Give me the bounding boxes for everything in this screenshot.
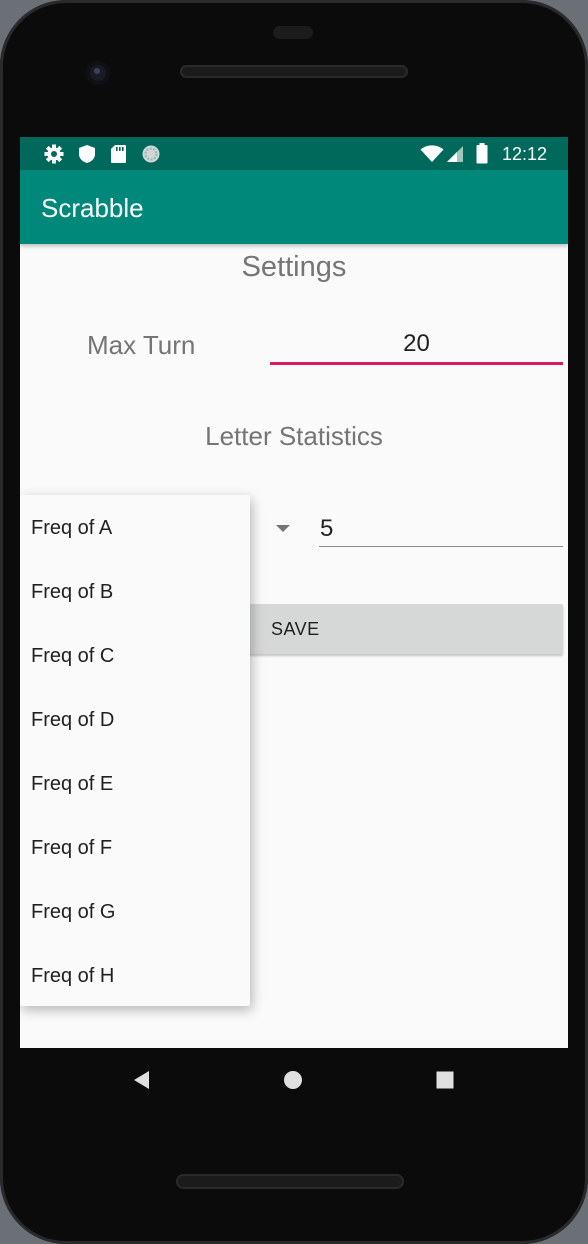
battery-icon <box>476 143 488 164</box>
home-icon[interactable] <box>283 1070 303 1090</box>
dropdown-arrow-icon[interactable] <box>276 525 290 532</box>
dropdown-item-c[interactable]: Freq of C <box>20 624 250 688</box>
shield-icon <box>79 145 95 163</box>
dropdown-item-d[interactable]: Freq of D <box>20 688 250 752</box>
dropdown-item-b[interactable]: Freq of B <box>20 560 250 624</box>
screen: 12:12 Scrabble Settings Max Turn Letter … <box>20 137 568 1048</box>
save-button[interactable]: SAVE <box>240 604 563 654</box>
status-time: 12:12 <box>501 144 547 164</box>
speaker-grille-bottom <box>176 1174 404 1189</box>
app-title: Scrabble <box>41 193 144 223</box>
dropdown-item-h[interactable]: Freq of H <box>20 944 250 1008</box>
back-icon[interactable] <box>133 1070 151 1090</box>
max-turn-label: Max Turn <box>87 330 196 360</box>
frequency-input[interactable] <box>319 511 563 547</box>
wifi-icon <box>420 145 444 162</box>
app-bar: Scrabble <box>20 170 568 244</box>
earpiece <box>273 26 313 39</box>
dropdown-item-a[interactable]: Freq of A <box>20 496 250 560</box>
sdcard-icon <box>111 145 126 163</box>
letter-dropdown-menu: Freq of A Freq of B Freq of C Freq of D … <box>20 495 250 1006</box>
recents-icon[interactable] <box>436 1071 454 1089</box>
dropdown-item-f[interactable]: Freq of F <box>20 816 250 880</box>
gear-icon <box>44 144 64 164</box>
phone-frame: 12:12 Scrabble Settings Max Turn Letter … <box>0 0 588 1244</box>
dropdown-item-e[interactable]: Freq of E <box>20 752 250 816</box>
dropdown-item-g[interactable]: Freq of G <box>20 880 250 944</box>
letter-statistics-title: Letter Statistics <box>205 421 383 451</box>
page-title: Settings <box>241 251 347 283</box>
speaker-grille-top <box>180 65 408 78</box>
front-camera <box>86 61 110 85</box>
signal-icon <box>447 146 463 162</box>
status-bar: 12:12 <box>20 137 568 170</box>
max-turn-input[interactable] <box>270 325 563 365</box>
circle-icon <box>142 145 160 163</box>
